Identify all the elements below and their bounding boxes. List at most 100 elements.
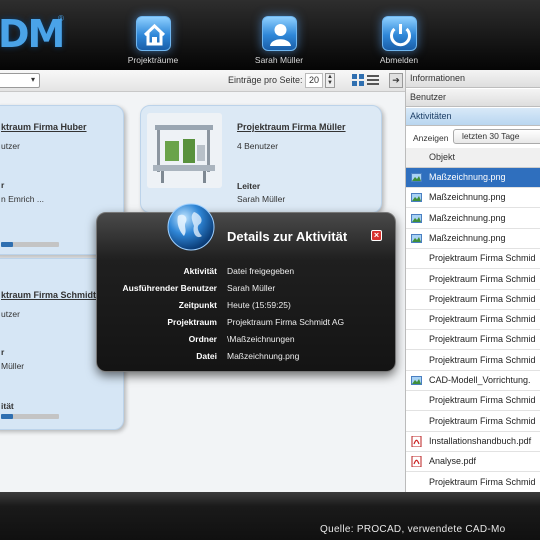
image-icon [411, 375, 422, 386]
activity-row-label: Maßzeichnung.png [429, 172, 506, 182]
cad-model-thumbnail [147, 113, 222, 188]
field-value: Maßzeichnung.png [227, 351, 300, 361]
field-label: Datei [196, 351, 217, 361]
activity-row-label: Projektraum Firma Schmid [429, 476, 536, 487]
activity-row[interactable]: Analyse.pdf [406, 452, 540, 473]
list-view-icon[interactable] [367, 74, 379, 86]
image-icon [411, 213, 422, 224]
activity-row[interactable]: Maßzeichnung.png [406, 168, 540, 188]
filter-dropdown[interactable]: ▾ [0, 73, 40, 88]
app-logo: DM [0, 12, 65, 56]
card-users: utzer [1, 309, 20, 319]
activity-row[interactable]: Projektraum Firma Schmid [406, 412, 540, 432]
source-caption: Quelle: PROCAD, verwendete CAD-Mo [320, 524, 506, 535]
nav-logout-button[interactable]: Abmelden [354, 16, 444, 65]
activity-label: ität [1, 401, 14, 411]
activity-row-label: Maßzeichnung.png [429, 192, 506, 203]
field-label: Projektraum [167, 317, 217, 327]
card-leader-label: r [1, 180, 5, 190]
activity-row-label: Maßzeichnung.png [429, 232, 506, 243]
activity-bar [1, 242, 59, 247]
nav-projects-label: Projekträume [127, 55, 179, 65]
activity-row-label: Projektraum Firma Schmid [429, 415, 536, 426]
pdf-icon [411, 435, 422, 448]
collapse-panel-button[interactable]: ➔ [389, 73, 403, 88]
activity-row-label: Projektraum Firma Schmid [429, 293, 536, 304]
activity-row-label: Analyse.pdf [429, 456, 477, 467]
activity-row-label: CAD-Modell_Vorrichtung. [429, 375, 531, 385]
field-label: Ordner [188, 334, 217, 344]
activity-row[interactable]: Maßzeichnung.png [406, 229, 540, 249]
grid-view-icon[interactable] [352, 74, 364, 86]
show-label: Anzeigen [413, 133, 449, 143]
field-value: Sarah Müller [227, 283, 276, 293]
image-icon [411, 172, 422, 183]
field-value: \Maßzeichnungen [227, 334, 295, 344]
dialog-title: Details zur Aktivität [227, 229, 348, 244]
field-value: Projektraum Firma Schmidt AG [227, 317, 345, 327]
activity-bar [1, 414, 59, 419]
activity-row-label: Projektraum Firma Schmid [429, 354, 536, 365]
activity-row-label: Projektraum Firma Schmid [429, 253, 536, 264]
activity-row[interactable]: Projektraum Firma Schmid [406, 290, 540, 310]
image-icon [411, 233, 422, 244]
per-page-label: Einträge pro Seite: [228, 75, 303, 85]
activity-row[interactable]: Projektraum Firma Schmid [406, 351, 540, 371]
field-value: Heute (15:59:25) [227, 300, 291, 310]
chevron-down-icon: ▾ [30, 75, 35, 84]
registered-mark: ® [58, 14, 64, 23]
info-panel: Informationen Benutzer Aktivitäten Anzei… [405, 70, 540, 493]
activity-row-label: Maßzeichnung.png [429, 212, 506, 223]
column-header-object[interactable]: Objekt [406, 148, 540, 168]
section-aktivitaeten[interactable]: Aktivitäten [406, 108, 540, 126]
card-title[interactable]: Projektraum Firma Müller [237, 122, 346, 132]
field-label: Aktivität [183, 266, 217, 276]
nav-projects-button[interactable]: Projekträume [108, 16, 198, 65]
field-label: Zeitpunkt [178, 300, 217, 310]
power-icon [381, 16, 417, 51]
activity-row[interactable]: Maßzeichnung.png [406, 188, 540, 209]
timeframe-select[interactable]: letzten 30 Tage [453, 129, 540, 144]
card-users: utzer [1, 141, 20, 151]
activity-row[interactable]: Maßzeichnung.png [406, 209, 540, 229]
nav-user-button[interactable]: Sarah Müller [234, 16, 324, 65]
activity-row[interactable]: Projektraum Firma Schmid [406, 270, 540, 290]
top-bar: DM ® Projekträume Sarah Müller Abmelden [0, 0, 540, 70]
close-icon[interactable]: × [371, 230, 382, 241]
nav-user-label: Sarah Müller [254, 55, 304, 65]
activity-row[interactable]: Installationshandbuch.pdf [406, 432, 540, 452]
activity-row[interactable]: Projektraum Firma Schmid [406, 391, 540, 412]
activity-row[interactable]: Projektraum Firma Schmid [406, 310, 540, 331]
activity-details-dialog: Details zur Aktivität × Aktivität Datei … [96, 212, 396, 372]
activity-row-label: Projektraum Firma Schmid [429, 273, 536, 284]
card-leader-name: n Emrich ... [1, 194, 44, 204]
toolbar: ▾ Einträge pro Seite: 20 ▲ ▼ ➔ [0, 70, 405, 92]
activity-row[interactable]: CAD-Modell_Vorrichtung. [406, 371, 540, 391]
activity-row[interactable]: Projektraum Firma Schmid [406, 330, 540, 351]
card-leader-name: Sarah Müller [237, 194, 286, 204]
image-icon [411, 192, 422, 203]
section-informationen[interactable]: Informationen [406, 70, 540, 88]
activity-row-label: Installationshandbuch.pdf [429, 435, 532, 446]
pdf-icon [411, 455, 422, 468]
activity-row-label: Projektraum Firma Schmid [429, 314, 536, 325]
per-page-stepper[interactable]: ▲ ▼ [325, 73, 335, 88]
bottom-bar: Quelle: PROCAD, verwendete CAD-Mo [0, 492, 540, 540]
per-page-input[interactable]: 20 [305, 73, 323, 88]
activity-row[interactable]: Projektraum Firma Schmid [406, 473, 540, 493]
card-title[interactable]: ktraum Firma Schmidt [1, 290, 96, 300]
home-icon [135, 16, 171, 51]
section-benutzer[interactable]: Benutzer [406, 89, 540, 107]
card-leader-label: Leiter [237, 181, 261, 191]
activity-row[interactable]: Projektraum Firma Schmid [406, 249, 540, 270]
globe-icon [167, 203, 215, 251]
card-leader-name: Müller [1, 361, 25, 371]
user-icon [261, 16, 297, 51]
field-value: Datei freigegeben [227, 266, 295, 276]
card-title[interactable]: ktraum Firma Huber [1, 122, 87, 132]
card-leader-label: r [1, 347, 5, 357]
card-users: 4 Benutzer [237, 141, 279, 151]
nav-logout-label: Abmelden [379, 55, 419, 65]
activity-row-label: Projektraum Firma Schmid [429, 334, 536, 345]
field-label: Ausführender Benutzer [122, 283, 217, 293]
